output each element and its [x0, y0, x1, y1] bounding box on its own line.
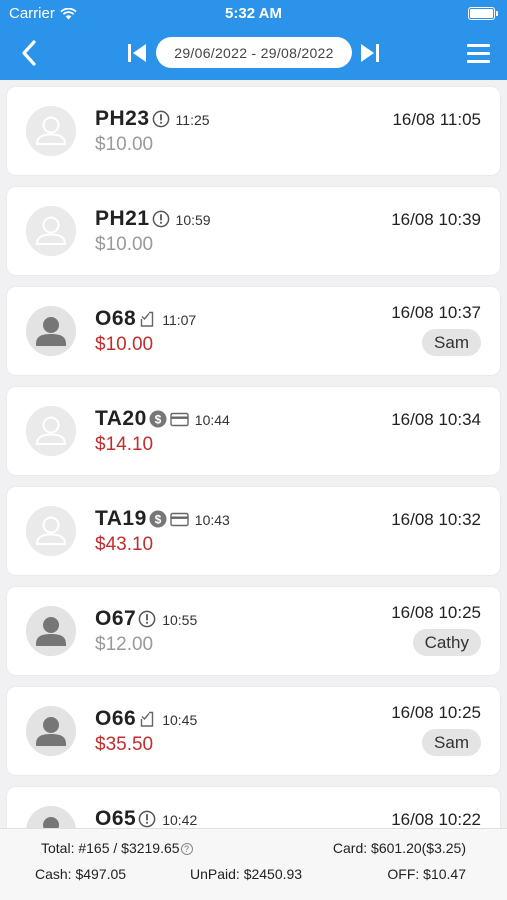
order-timestamp: 16/08 10:22 [391, 810, 481, 828]
card-icon [170, 512, 189, 527]
order-card[interactable]: O66 10:45 $35.50 16/08 10:25 Sam [7, 687, 500, 775]
summary-footer: Total: #165 / $3219.65? Card: $601.20($3… [0, 828, 507, 900]
cash-summary: Cash: $497.05 [35, 866, 127, 882]
order-timestamp: 16/08 10:25 [391, 703, 481, 722]
order-time: 11:25 [175, 112, 210, 128]
order-card[interactable]: O67 10:55 $12.00 16/08 10:25 Cathy [7, 587, 500, 675]
app-header: Carrier 5:32 AM 29/06/2022 - 29/08/2022 [0, 0, 507, 80]
date-range-selector[interactable]: 29/06/2022 - 29/08/2022 [156, 37, 352, 68]
chevron-left-icon [22, 40, 36, 66]
off-summary: OFF: $10.47 [387, 866, 466, 882]
dollar-icon: $ [149, 410, 167, 428]
status-icons: $ [149, 410, 189, 428]
status-icons [152, 210, 170, 228]
order-time: 10:42 [162, 812, 198, 828]
order-card[interactable]: O68 11:07 $10.00 16/08 10:37 Sam [7, 287, 500, 375]
dollar-icon: $ [149, 510, 167, 528]
order-number: TA20 [95, 407, 147, 430]
total-summary: Total: #165 / $3219.65? [41, 840, 193, 856]
staff-badge: Sam [422, 329, 481, 356]
status-icons [138, 810, 156, 828]
status-icons [138, 310, 156, 328]
order-number: PH21 [95, 207, 150, 230]
order-time: 10:59 [175, 212, 211, 228]
order-timestamp: 16/08 10:25 [391, 603, 481, 622]
avatar [26, 606, 76, 656]
first-period-button[interactable] [124, 40, 150, 66]
last-period-button[interactable] [357, 40, 383, 66]
skip-first-icon [128, 44, 146, 62]
order-card[interactable]: O65 10:42 16/08 10:22 [7, 787, 500, 828]
order-amount: $10.00 [95, 134, 154, 155]
order-time: 10:45 [162, 712, 198, 728]
order-number: TA19 [95, 507, 147, 530]
order-number: O65 [95, 807, 137, 828]
order-timestamp: 16/08 10:37 [391, 303, 481, 322]
order-card[interactable]: PH21 10:59 $10.00 16/08 10:39 [7, 187, 500, 275]
order-number: O66 [95, 707, 137, 730]
order-number: O68 [95, 307, 137, 330]
staff-badge: Cathy [412, 629, 481, 656]
svg-text:$: $ [154, 512, 161, 526]
alert-icon [152, 110, 170, 128]
order-time: 10:44 [194, 412, 230, 428]
order-list[interactable]: PH23 11:25 $10.00 16/08 11:05 PH21 10:59 $10.0… [0, 80, 507, 828]
help-icon[interactable]: ? [180, 843, 193, 855]
order-amount: $43.10 [95, 534, 154, 555]
card-icon [170, 412, 189, 427]
avatar [26, 206, 76, 256]
order-timestamp: 16/08 11:05 [392, 110, 481, 129]
alert-icon [138, 810, 156, 828]
status-bar: Carrier 5:32 AM [0, 0, 507, 28]
order-card[interactable]: TA20 $10:44 $14.10 16/08 10:34 [7, 387, 500, 475]
status-icons [138, 710, 156, 728]
order-card[interactable]: PH23 11:25 $10.00 16/08 11:05 [7, 87, 500, 175]
avatar [26, 106, 76, 156]
order-amount: $35.50 [95, 734, 154, 755]
avatar [26, 706, 76, 756]
avatar [26, 506, 76, 556]
status-time: 5:32 AM [225, 5, 282, 22]
svg-text:$: $ [154, 412, 161, 426]
order-number: PH23 [95, 107, 150, 130]
checklist-icon [138, 710, 156, 728]
order-amount: $10.00 [95, 234, 154, 255]
order-timestamp: 16/08 10:32 [391, 510, 481, 529]
hamburger-icon [466, 43, 490, 47]
order-card[interactable]: TA19 $10:43 $43.10 16/08 10:32 [7, 487, 500, 575]
status-icons: $ [149, 510, 189, 528]
alert-icon [138, 610, 156, 628]
skip-last-icon [361, 44, 379, 62]
order-amount: $14.10 [95, 434, 154, 455]
unpaid-summary: UnPaid: $2450.93 [190, 866, 303, 882]
status-icons [138, 610, 156, 628]
staff-badge: Sam [422, 729, 481, 756]
status-icons [152, 110, 170, 128]
battery-icon [468, 7, 498, 20]
avatar [26, 406, 76, 456]
avatar [26, 806, 76, 828]
order-timestamp: 16/08 10:34 [391, 410, 481, 429]
order-amount: $10.00 [95, 334, 154, 355]
alert-icon [152, 210, 170, 228]
order-time: 10:43 [194, 512, 230, 528]
order-time: 11:07 [162, 312, 197, 328]
order-amount: $12.00 [95, 634, 154, 655]
order-time: 10:55 [162, 612, 198, 628]
checklist-icon [138, 310, 156, 328]
order-number: O67 [95, 607, 137, 630]
menu-button[interactable] [462, 38, 494, 68]
order-timestamp: 16/08 10:39 [391, 210, 481, 229]
total-summary-text: Total: #165 / $3219.65 [41, 840, 180, 856]
back-button[interactable] [14, 36, 44, 70]
avatar [26, 306, 76, 356]
card-summary: Card: $601.20($3.25) [332, 840, 466, 856]
